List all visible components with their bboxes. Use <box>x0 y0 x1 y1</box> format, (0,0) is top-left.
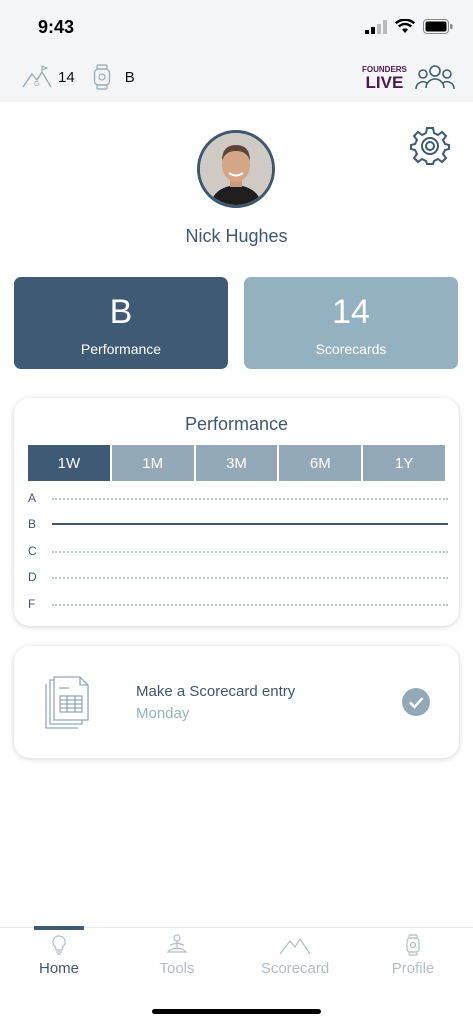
scorecard-task-card[interactable]: Make a Scorecard entry Monday <box>14 646 459 758</box>
performance-stat-label: Performance <box>80 341 162 357</box>
mountain-icon: G <box>22 65 52 88</box>
performance-chart-card: Performance 1W 1M 3M 6M 1Y A B C D F <box>14 398 459 626</box>
handicap-value: 14 <box>58 68 75 86</box>
gridline-f <box>52 604 448 606</box>
status-bar: 9:43 <box>0 0 473 56</box>
tab-profile-label: Profile <box>391 960 435 977</box>
tab-home-label: Home <box>38 960 79 977</box>
gridline-d <box>52 577 448 579</box>
svg-text:G: G <box>34 81 39 88</box>
grade-label-d: D <box>28 570 37 584</box>
period-tab-1y[interactable]: 1Y <box>363 445 445 481</box>
grade-row-a: A <box>28 491 448 505</box>
period-tab-6m[interactable]: 6M <box>279 445 362 481</box>
grade-label-b: B <box>28 517 37 531</box>
summary-indicators: G 14 B <box>22 64 135 90</box>
scorecards-stat-label: Scorecards <box>315 341 387 357</box>
brand-line2: LIVE <box>365 73 404 92</box>
tab-scorecard-label: Scorecard <box>260 960 330 977</box>
tab-profile[interactable]: Profile <box>354 928 472 988</box>
grade-label-f: F <box>28 597 36 611</box>
gridline-a <box>52 498 448 500</box>
grade-row-d: D <box>28 570 448 584</box>
watch-icon <box>93 64 110 90</box>
status-time: 9:43 <box>38 17 75 37</box>
tab-tools[interactable]: Tools <box>118 928 236 988</box>
checkmark-icon[interactable] <box>402 688 430 716</box>
gear-icon[interactable] <box>410 126 450 166</box>
community-icon[interactable] <box>414 62 456 94</box>
performance-stat-value: B <box>109 293 133 331</box>
lightbulb-icon <box>52 935 66 955</box>
period-tab-1w[interactable]: 1W <box>28 445 110 481</box>
avatar[interactable] <box>197 130 275 208</box>
home-indicator <box>152 1009 321 1014</box>
grade-row-c: C <box>28 544 448 558</box>
scorecard-document-icon <box>45 676 89 729</box>
task-title: Make a Scorecard entry <box>136 683 296 700</box>
top-bar: G 14 B FOUNDERS LIVE <box>0 56 473 102</box>
avatar-image <box>200 133 272 205</box>
performance-stat-card[interactable]: B Performance <box>14 277 228 369</box>
founders-live-logo[interactable]: FOUNDERS LIVE <box>362 66 407 92</box>
period-tabs: 1W 1M 3M 6M 1Y <box>28 445 445 481</box>
grade-label-c: C <box>28 544 37 558</box>
status-icons <box>365 19 453 34</box>
task-day: Monday <box>136 705 190 722</box>
tab-scorecard[interactable]: Scorecard <box>236 928 354 988</box>
period-tab-3m[interactable]: 3M <box>195 445 278 481</box>
series-line-b <box>52 523 448 525</box>
user-name: Nick Hughes <box>185 226 288 246</box>
performance-chart-title: Performance <box>184 414 289 434</box>
watch-icon <box>406 934 420 956</box>
scorecards-stat-card[interactable]: 14 Scorecards <box>244 277 458 369</box>
period-tab-1m[interactable]: 1M <box>111 445 194 481</box>
tab-tools-label: Tools <box>159 960 195 977</box>
signal-icon <box>365 19 387 34</box>
grade-label-a: A <box>28 491 37 505</box>
battery-icon <box>423 19 453 34</box>
gridline-c <box>52 551 448 553</box>
grade-value: B <box>124 68 135 86</box>
grade-row-b: B <box>28 517 448 531</box>
tab-home[interactable]: Home <box>0 928 118 988</box>
wifi-icon <box>395 19 415 33</box>
mountain-icon <box>279 937 311 955</box>
scorecards-stat-value: 14 <box>332 293 370 331</box>
meditation-icon <box>166 934 188 953</box>
grade-row-f: F <box>28 597 448 611</box>
